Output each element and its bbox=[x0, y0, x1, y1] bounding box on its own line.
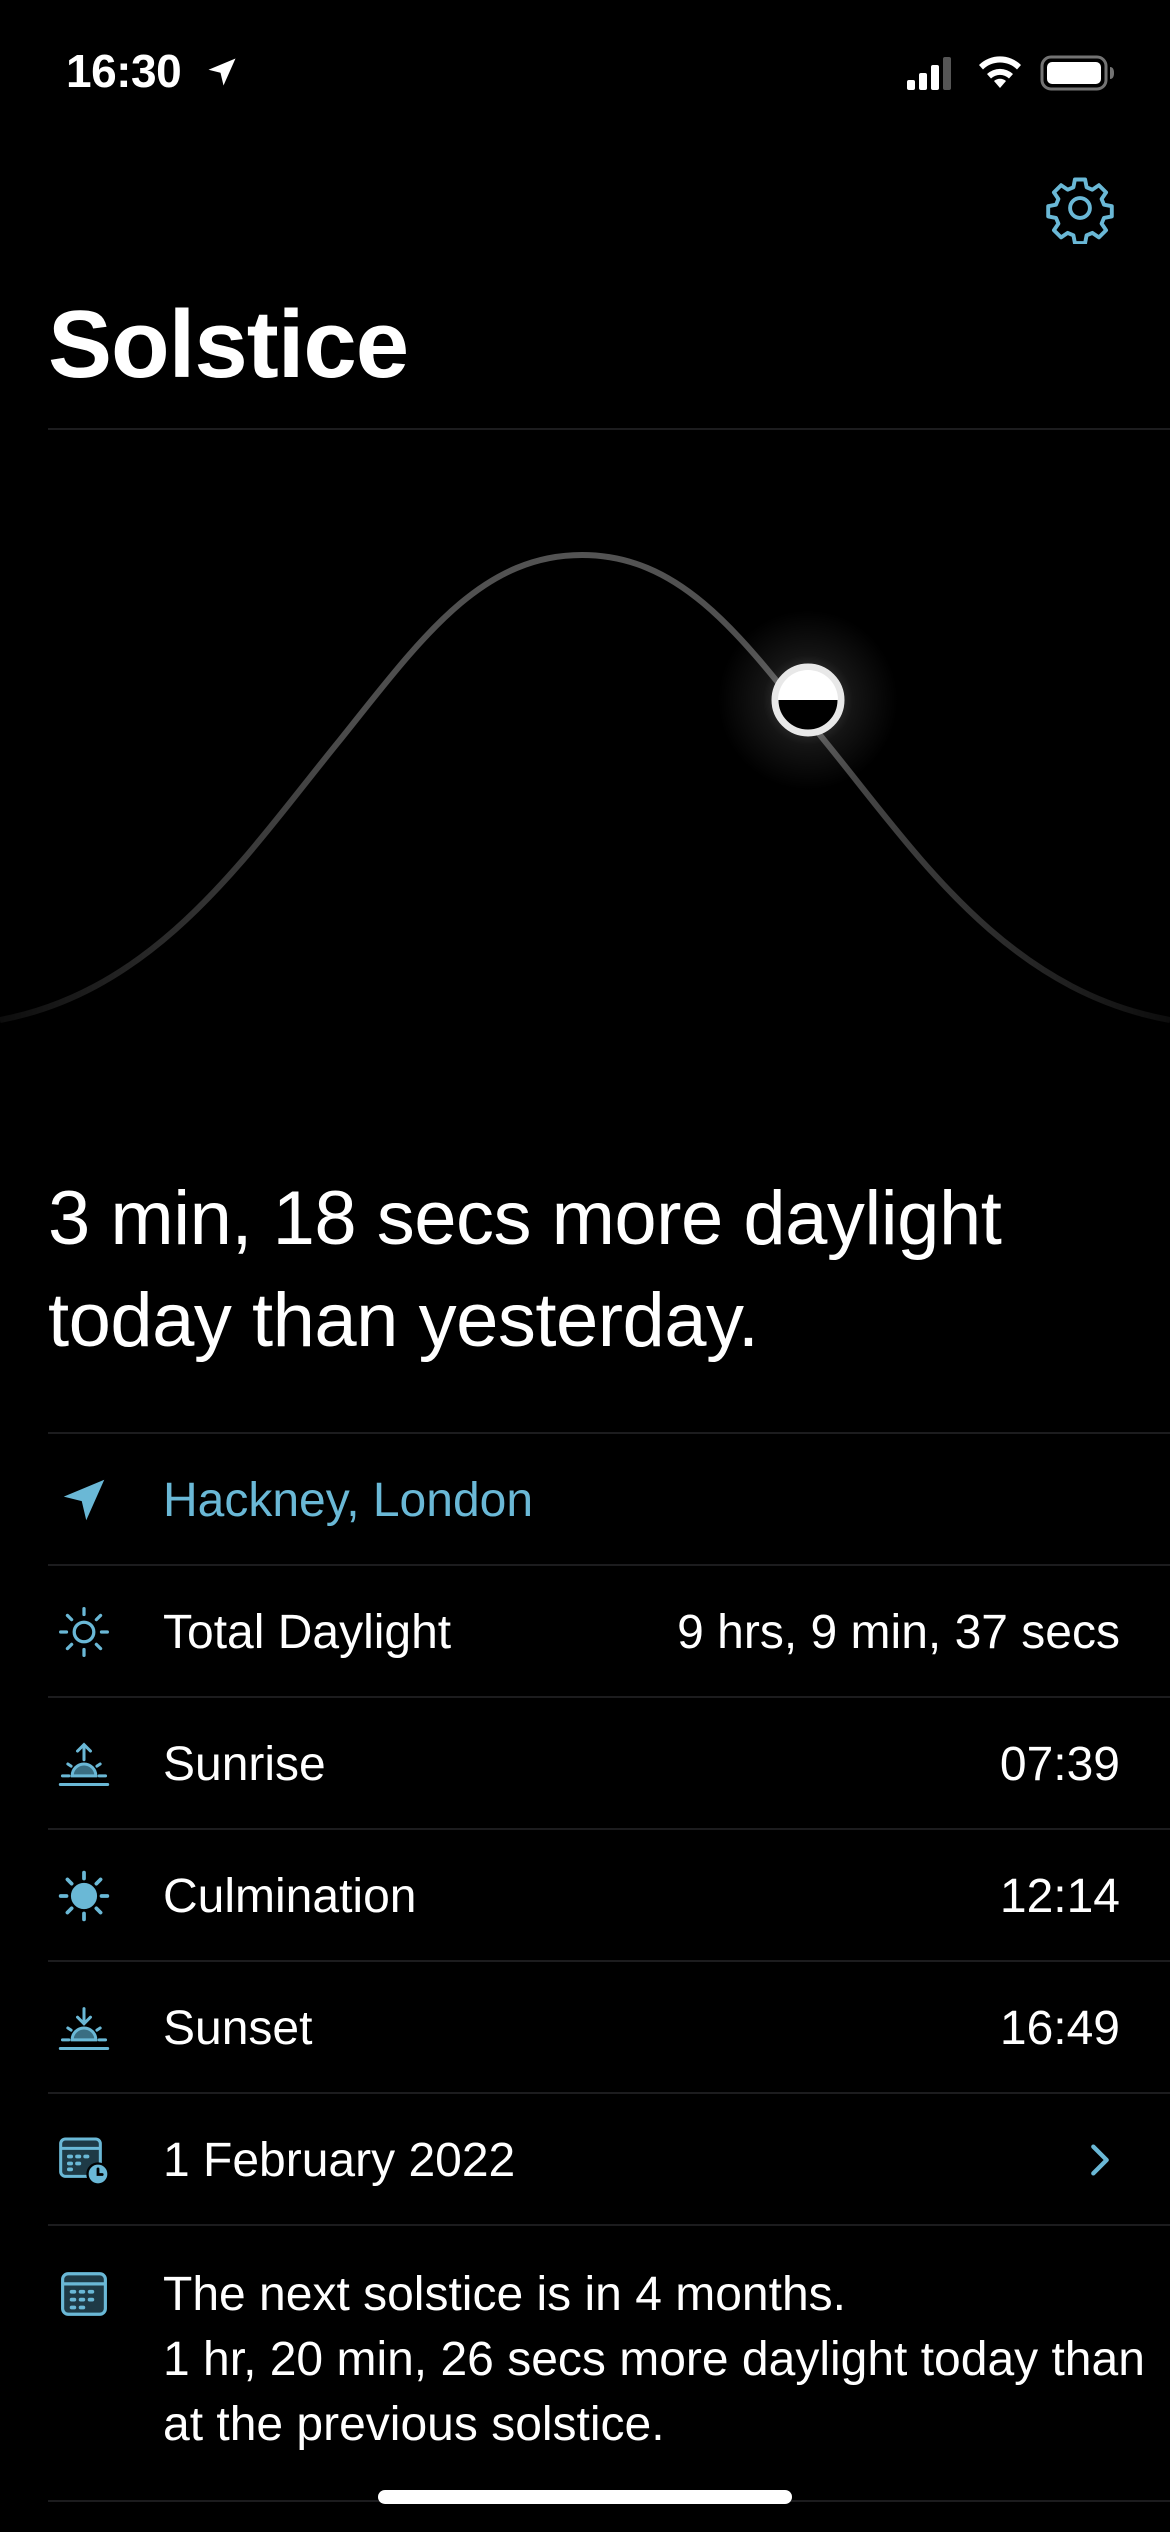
culmination-label: Culmination bbox=[163, 1869, 417, 1923]
sunrise-value: 07:39 bbox=[999, 1737, 1120, 1791]
solstice-note-row: The next solstice is in 4 months. 1 hr, … bbox=[48, 2224, 1170, 2502]
sun-icon bbox=[56, 1604, 112, 1660]
chevron-right-icon bbox=[1091, 2144, 1109, 2176]
culmination-value: 12:14 bbox=[999, 1869, 1120, 1923]
culmination-row: Culmination 12:14 bbox=[48, 1828, 1170, 1960]
daylight-since-solstice-line: 1 hr, 20 min, 26 secs more daylight toda… bbox=[163, 2333, 1145, 2451]
location-arrow-icon bbox=[56, 1472, 112, 1528]
sunset-icon bbox=[56, 2000, 112, 2056]
sun-path-curve bbox=[0, 551, 1170, 1023]
signal-icon bbox=[907, 57, 951, 90]
wifi-icon bbox=[979, 56, 1021, 88]
sunset-label: Sunset bbox=[163, 2001, 313, 2055]
location-row[interactable]: Hackney, London bbox=[48, 1432, 1170, 1564]
next-solstice-line: The next solstice is in 4 months. bbox=[163, 2268, 846, 2321]
sun-filled-icon bbox=[56, 1868, 112, 1924]
home-indicator[interactable] bbox=[378, 2490, 792, 2504]
status-time: 16:30 bbox=[66, 45, 182, 97]
location-arrow-icon bbox=[208, 58, 236, 86]
sun-curve-graphic bbox=[0, 551, 1170, 1023]
solstice-note-text: The next solstice is in 4 months. 1 hr, … bbox=[163, 2262, 1153, 2457]
sunrise-label: Sunrise bbox=[163, 1737, 326, 1791]
total-daylight-value: 9 hrs, 9 min, 37 secs bbox=[677, 1605, 1120, 1659]
calendar-icon bbox=[56, 2266, 112, 2322]
total-daylight-row: Total Daylight 9 hrs, 9 min, 37 secs bbox=[48, 1564, 1170, 1696]
settings-button[interactable] bbox=[1040, 168, 1120, 248]
date-row[interactable]: 1 February 2022 bbox=[48, 2092, 1170, 2224]
info-list: Hackney, London Total Daylight 9 hrs, 9 … bbox=[48, 1432, 1170, 2502]
sunrise-row: Sunrise 07:39 bbox=[48, 1696, 1170, 1828]
sunset-value: 16:49 bbox=[999, 2001, 1120, 2055]
gear-icon bbox=[1046, 177, 1114, 244]
sunset-row: Sunset 16:49 bbox=[48, 1960, 1170, 2092]
status-bar: 16:30 bbox=[0, 0, 1170, 150]
daylight-change-headline: 3 min, 18 secs more daylight today than … bbox=[48, 1176, 1002, 1363]
page-title: Solstice bbox=[48, 291, 409, 398]
location-label: Hackney, London bbox=[163, 1473, 534, 1527]
calendar-clock-icon bbox=[56, 2132, 112, 2188]
battery-icon bbox=[1040, 55, 1114, 91]
sun-marker-icon bbox=[771, 663, 845, 737]
date-label: 1 February 2022 bbox=[163, 2133, 516, 2187]
total-daylight-label: Total Daylight bbox=[163, 1605, 452, 1659]
sunrise-icon bbox=[56, 1736, 112, 1792]
